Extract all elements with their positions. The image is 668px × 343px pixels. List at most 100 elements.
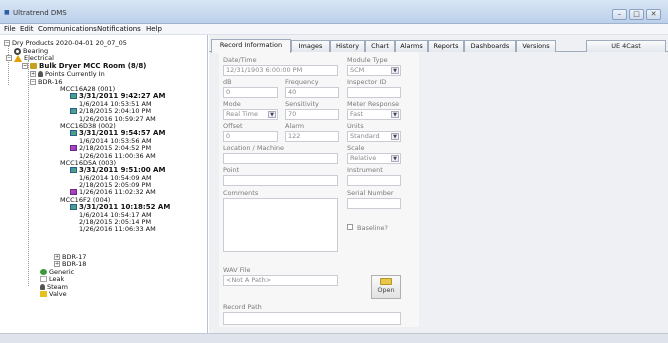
tab-ue-4cast[interactable]: UE 4Cast xyxy=(586,40,666,52)
tree-record[interactable]: 1/26/2016 11:02:32 AM xyxy=(70,188,156,196)
db-label: dB xyxy=(223,78,232,86)
tab-dashboards[interactable]: Dashboards xyxy=(464,40,516,52)
collapse-icon[interactable]: − xyxy=(30,79,36,85)
status-bar xyxy=(0,333,668,343)
dropdown-arrow-icon[interactable]: ▼ xyxy=(268,111,276,118)
collapse-icon[interactable]: − xyxy=(4,40,10,46)
minimize-button[interactable]: – xyxy=(612,9,627,20)
location-machine-field[interactable] xyxy=(223,153,338,164)
dropdown-arrow-icon[interactable]: ▼ xyxy=(391,155,399,162)
tab-chart[interactable]: Chart xyxy=(365,40,395,52)
menu-edit[interactable]: Edit xyxy=(20,25,34,33)
offset-label: Offset xyxy=(223,122,243,130)
mode-label: Mode xyxy=(223,100,241,108)
mode-select[interactable]: Real Time ▼ xyxy=(223,109,278,120)
record-icon xyxy=(70,93,77,99)
location-machine-label: Location / Machine xyxy=(223,144,285,152)
title-bar: ■ Ultratrend DMS – □ ✕ xyxy=(0,0,668,24)
datetime-field[interactable]: 12/31/1903 6:00:00 PM xyxy=(223,65,338,76)
meter-response-select[interactable]: Fast ▼ xyxy=(347,109,401,120)
units-label: Units xyxy=(347,122,364,130)
expand-icon[interactable]: + xyxy=(54,261,60,267)
tree-item-leak[interactable]: Leak xyxy=(40,275,64,283)
instrument-label: Instrument xyxy=(347,166,383,174)
close-button[interactable]: ✕ xyxy=(646,9,661,20)
scale-select[interactable]: Relative ▼ xyxy=(347,153,401,164)
frequency-label: Frequency xyxy=(285,78,319,86)
tab-versions[interactable]: Versions xyxy=(516,40,556,52)
db-field[interactable]: 0 xyxy=(223,87,278,98)
tree-root[interactable]: − Dry Products 2020-04-01 20_07_05 xyxy=(4,39,127,47)
offset-field[interactable]: 0 xyxy=(223,131,278,142)
tab-history[interactable]: History xyxy=(330,40,365,52)
module-type-label: Module Type xyxy=(347,56,388,64)
collapse-icon[interactable]: − xyxy=(22,63,28,69)
tree-record[interactable]: 3/31/2011 9:51:00 AM xyxy=(70,166,165,174)
tree-item-machine[interactable]: − Bulk Dryer MCC Room (8/8) xyxy=(22,62,146,70)
menu-help[interactable]: Help xyxy=(146,25,162,33)
comments-textarea[interactable] xyxy=(223,198,338,252)
tab-record-information[interactable]: Record Information xyxy=(211,39,291,53)
menu-notifications[interactable]: Notifications xyxy=(97,25,141,33)
record-icon xyxy=(70,167,77,173)
instrument-field[interactable] xyxy=(347,175,401,186)
dropdown-arrow-icon[interactable]: ▼ xyxy=(391,111,399,118)
dropdown-arrow-icon[interactable]: ▼ xyxy=(391,133,399,140)
frequency-field[interactable]: 40 xyxy=(285,87,339,98)
database-tree: − Dry Products 2020-04-01 20_07_05 Bearin… xyxy=(0,35,208,343)
machine-icon xyxy=(30,63,37,69)
tree-item-points-currently-in[interactable]: + Points Currently In xyxy=(30,70,105,78)
tab-alarms[interactable]: Alarms xyxy=(395,40,428,52)
route-icon xyxy=(38,71,43,77)
wav-file-label: WAV File xyxy=(223,266,251,274)
main-panel: Record Information Images History Chart … xyxy=(209,35,668,343)
tree-record[interactable]: 1/26/2016 11:06:33 AM xyxy=(79,225,156,233)
tree-record[interactable]: 3/31/2011 9:42:27 AM xyxy=(70,92,165,100)
baseline-checkbox[interactable] xyxy=(347,224,353,230)
record-information-form: Date/Time Module Type 12/31/1903 6:00:00… xyxy=(219,52,419,327)
record-path-label: Record Path xyxy=(223,303,262,311)
tree-record[interactable]: 3/31/2011 10:18:52 AM xyxy=(70,203,170,211)
serial-number-field[interactable] xyxy=(347,198,401,209)
valve-icon xyxy=(40,291,47,297)
tree-item-valve[interactable]: Valve xyxy=(40,290,67,298)
comments-label: Comments xyxy=(223,189,259,197)
sensitivity-label: Sensitivity xyxy=(285,100,319,108)
meter-response-label: Meter Response xyxy=(347,100,400,108)
tree-record[interactable]: 2/18/2015 2:04:10 PM xyxy=(70,107,151,115)
tree-item-bdr18[interactable]: + BDR-18 xyxy=(54,260,86,268)
tab-bar: Record Information Images History Chart … xyxy=(209,37,668,53)
inspector-id-label: Inspector ID xyxy=(347,78,387,86)
tree-record[interactable]: 2/18/2015 2:04:52 PM xyxy=(70,144,151,152)
menu-bar: File Edit Communications Notifications H… xyxy=(0,24,668,35)
folder-icon xyxy=(380,278,392,285)
record-path-field[interactable] xyxy=(223,312,401,325)
record-icon xyxy=(70,108,77,114)
inspector-id-field[interactable] xyxy=(347,87,401,98)
record-icon xyxy=(70,130,77,136)
tab-images[interactable]: Images xyxy=(291,40,330,52)
alarm-field[interactable]: 122 xyxy=(285,131,339,142)
serial-number-label: Serial Number xyxy=(347,189,394,197)
tree-record[interactable]: 3/31/2011 9:54:57 AM xyxy=(70,129,165,137)
point-field[interactable] xyxy=(223,175,338,186)
sensitivity-field[interactable]: 70 xyxy=(285,109,339,120)
expand-icon[interactable]: + xyxy=(30,71,36,77)
tree-item-electrical[interactable]: − Electrical xyxy=(6,54,54,62)
collapse-icon[interactable]: − xyxy=(6,55,12,61)
datetime-label: Date/Time xyxy=(223,56,257,64)
module-type-select[interactable]: SCM ▼ xyxy=(347,65,401,76)
tree-item-bdr16[interactable]: − BDR-16 xyxy=(30,78,62,86)
dropdown-arrow-icon[interactable]: ▼ xyxy=(391,67,399,74)
tab-reports[interactable]: Reports xyxy=(428,40,464,52)
units-select[interactable]: Standard ▼ xyxy=(347,131,401,142)
alarm-label: Alarm xyxy=(285,122,305,130)
menu-communications[interactable]: Communications xyxy=(38,25,97,33)
leak-icon xyxy=(40,276,47,282)
menu-file[interactable]: File xyxy=(4,25,16,33)
open-button[interactable]: Open xyxy=(371,275,401,299)
electrical-icon xyxy=(14,54,22,62)
baseline-label: Baseline? xyxy=(357,224,389,232)
maximize-button[interactable]: □ xyxy=(629,9,644,20)
wav-file-field[interactable]: <Not A Path> xyxy=(223,275,338,286)
